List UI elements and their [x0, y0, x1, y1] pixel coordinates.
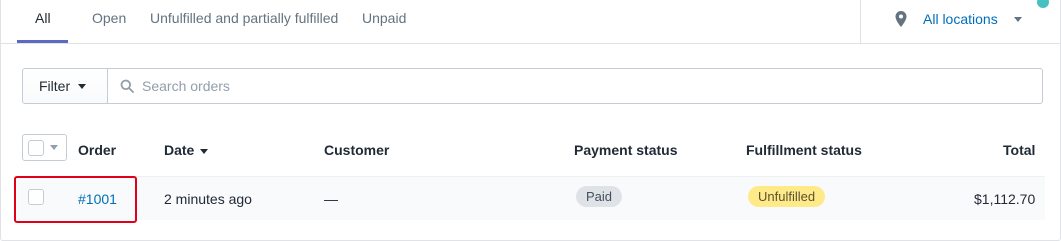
tab-unfulfilled[interactable]: Unfulfilled and partially fulfilled [150, 0, 338, 44]
order-customer: — [324, 191, 338, 207]
column-header-fulfillment[interactable]: Fulfillment status [746, 142, 862, 158]
search-field[interactable] [107, 68, 1043, 104]
tab-all[interactable]: All [35, 0, 51, 44]
filter-label: Filter [39, 78, 71, 94]
column-header-payment[interactable]: Payment status [574, 142, 677, 158]
order-date: 2 minutes ago [164, 191, 252, 207]
notification-dot [1037, 0, 1049, 8]
column-header-order[interactable]: Order [78, 142, 116, 158]
tab-unpaid[interactable]: Unpaid [362, 0, 406, 44]
active-tab-indicator [17, 40, 68, 43]
location-pin-icon [895, 11, 907, 27]
column-header-customer[interactable]: Customer [324, 142, 389, 158]
search-input[interactable] [142, 78, 1022, 94]
row-checkbox[interactable] [28, 189, 44, 205]
sort-desc-icon [200, 148, 209, 154]
select-all-checkbox[interactable] [28, 139, 44, 156]
location-label: All locations [923, 11, 998, 27]
fulfillment-status-badge: Unfulfilled [748, 186, 826, 207]
order-tabs: All Open Unfulfilled and partially fulfi… [1, 0, 1061, 44]
order-number-link[interactable]: #1001 [78, 191, 117, 207]
bulk-select-checkbox[interactable] [22, 134, 67, 161]
column-header-total[interactable]: Total [1003, 142, 1035, 158]
filter-button[interactable]: Filter [22, 68, 108, 104]
orders-card: All Open Unfulfilled and partially fulfi… [0, 0, 1061, 241]
search-icon [120, 79, 134, 93]
order-total: $1,112.70 [974, 191, 1036, 207]
tab-open[interactable]: Open [92, 0, 126, 44]
location-divider [860, 0, 861, 43]
column-header-date[interactable]: Date [164, 142, 209, 158]
location-selector[interactable]: All locations [893, 8, 1022, 30]
column-header-date-label: Date [164, 142, 195, 158]
chevron-down-icon [1013, 16, 1022, 22]
chevron-down-icon [78, 83, 87, 89]
chevron-down-icon [50, 145, 58, 150]
payment-status-badge: Paid [576, 186, 623, 207]
